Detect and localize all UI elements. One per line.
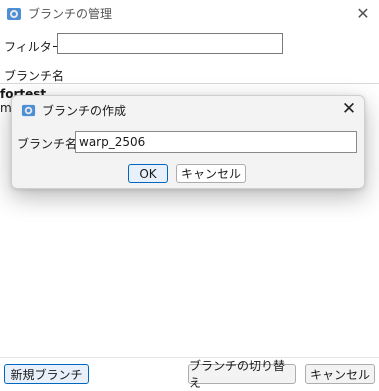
window-title: ブランチの管理 bbox=[28, 7, 113, 21]
close-icon: ✕ bbox=[341, 99, 357, 119]
column-header-branch-name: ブランチ名 bbox=[4, 69, 65, 83]
branch-manager-window: ブランチの管理 ✕ フィルター: ブランチ名 fortest m 新規ブランチ … bbox=[0, 0, 379, 390]
switch-branch-label: ブランチの切り替え bbox=[189, 359, 286, 390]
dialog-close-button[interactable]: ✕ bbox=[338, 98, 360, 120]
switch-branch-button[interactable]: ブランチの切り替え bbox=[188, 359, 296, 390]
dialog-cancel-button[interactable]: キャンセル bbox=[176, 164, 246, 183]
cancel-label: キャンセル bbox=[309, 367, 370, 382]
dialog-app-icon bbox=[21, 104, 36, 117]
app-icon bbox=[7, 8, 21, 20]
cancel-button[interactable]: キャンセル bbox=[305, 364, 375, 384]
filter-input[interactable] bbox=[57, 33, 283, 54]
branch-name: m bbox=[0, 101, 12, 115]
dialog-cancel-label: キャンセル bbox=[180, 167, 241, 181]
branch-name-input[interactable] bbox=[75, 131, 357, 153]
window-close-button[interactable]: ✕ bbox=[353, 3, 373, 23]
ok-label: OK bbox=[139, 166, 157, 181]
close-icon: ✕ bbox=[356, 3, 370, 23]
ok-button[interactable]: OK bbox=[128, 164, 168, 183]
create-branch-dialog: ブランチの作成 ✕ ブランチ名: OK キャンセル bbox=[11, 95, 365, 189]
new-branch-button[interactable]: 新規ブランチ bbox=[4, 364, 89, 384]
branch-list-header[interactable]: ブランチ名 bbox=[0, 64, 379, 84]
dialog-title: ブランチの作成 bbox=[42, 104, 127, 118]
new-branch-label: 新規ブランチ bbox=[10, 367, 83, 382]
branch-name-label: ブランチ名: bbox=[17, 137, 82, 151]
title-bar: ブランチの管理 ✕ bbox=[0, 0, 379, 26]
